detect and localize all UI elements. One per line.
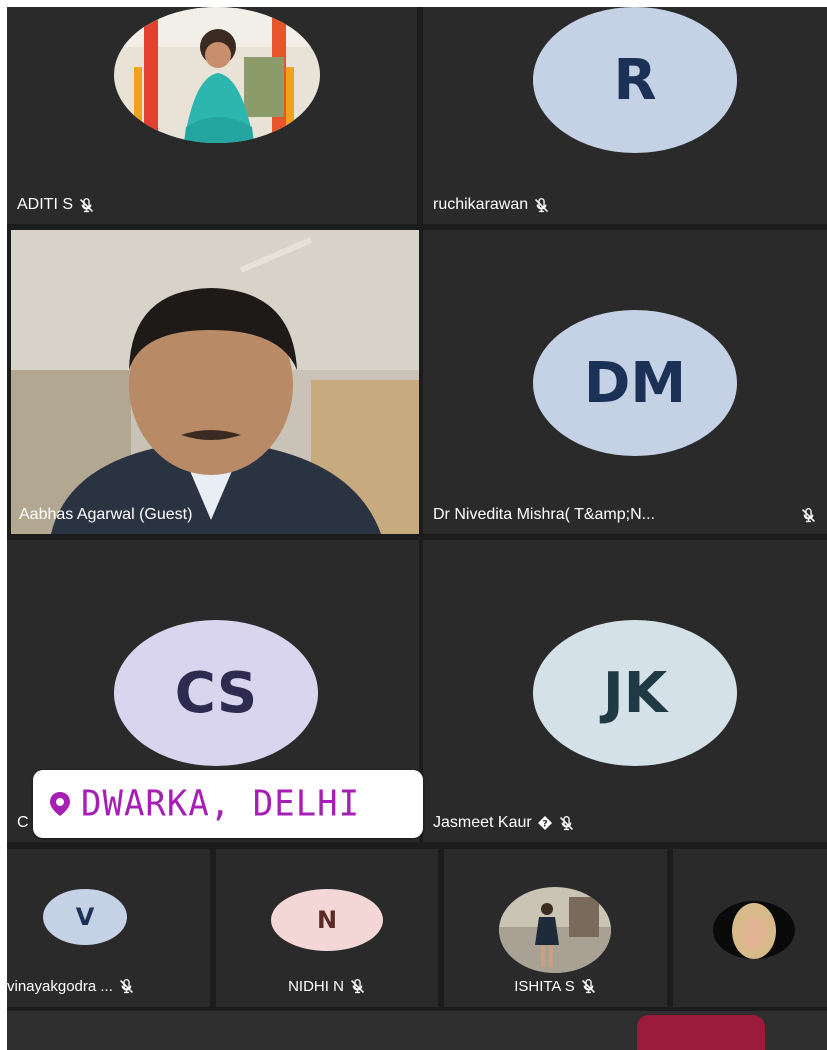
strip-participant-tile[interactable]: N NIDHI N [216,849,438,1007]
photo-image [713,901,795,959]
participant-name: vinayakgodra ... [7,978,113,995]
participant-name-row: Dr Nivedita Mishra( T&amp;N... [433,506,817,524]
participant-photo [499,887,611,973]
photo-image [499,887,611,973]
participant-name: Aabhas Agarwal (Guest) [19,506,193,523]
mic-off-icon [800,507,817,524]
participant-name-row: Jasmeet Kaur ? [433,814,575,832]
avatar-initials: V [75,903,95,931]
participant-photo [713,901,795,959]
location-sticker: DWARKA, DELHI [33,770,423,838]
participant-name: ruchikarawan [433,196,529,213]
svg-text:?: ? [542,820,547,830]
initials-avatar: DM [533,310,737,456]
participant-name-row: vinayakgodra ... [7,978,210,995]
participant-name-row: Aabhas Agarwal (Guest) [19,506,192,524]
participant-tile[interactable]: R ruchikarawan [423,7,827,224]
participant-name: ADITI S [17,196,74,213]
avatar-initials: JK [602,660,668,726]
participant-name: Dr Nivedita Mishra( T&amp;N... [433,506,655,523]
initials-avatar: R [533,7,737,153]
mic-off-icon [118,978,135,995]
strip-participant-tile[interactable] [673,849,827,1007]
participant-name-row: ADITI S [17,196,95,214]
meeting-grid: ADITI S R ruchikarawan Aabhas Agarwal (G… [7,7,827,1050]
participant-video-tile[interactable]: Aabhas Agarwal (Guest) [11,230,419,534]
participant-name: NIDHI N [288,978,344,995]
initials-avatar: CS [114,620,318,766]
initials-avatar: V [43,889,127,945]
avatar-initials: DM [583,350,687,416]
avatar-initials: R [613,47,657,113]
mic-off-icon [78,197,95,214]
participant-name-row: NIDHI N [216,978,438,995]
participant-name-row: C [17,814,29,832]
participant-name-row: ruchikarawan [433,196,550,214]
avatar-initials: CS [174,660,258,726]
mic-off-icon [349,978,366,995]
participant-name-row: ISHITA S [444,978,667,995]
initials-avatar: JK [533,620,737,766]
strip-participant-tile[interactable]: V vinayakgodra ... [7,849,210,1007]
avatar-initials: N [316,906,338,934]
strip-participant-tile[interactable]: ISHITA S [444,849,667,1007]
initials-avatar: N [271,889,383,951]
mic-off-icon [558,815,575,832]
video-feed [11,230,419,534]
participant-tile[interactable]: JK Jasmeet Kaur ? [423,540,827,842]
photo-image [114,7,320,143]
participant-name: ISHITA S [514,978,575,995]
participant-tile[interactable]: DM Dr Nivedita Mishra( T&amp;N... [423,230,827,534]
location-pin-icon [49,791,71,817]
participant-tile[interactable]: ADITI S [7,7,417,224]
mic-off-icon [533,197,550,214]
diamond-question-icon: ? [537,815,553,831]
participant-name: C [17,814,29,831]
mic-off-icon [580,978,597,995]
location-text: DWARKA, DELHI [81,783,361,825]
end-call-button[interactable] [637,1015,765,1050]
participant-photo [114,7,320,143]
participant-name: Jasmeet Kaur [433,814,532,831]
